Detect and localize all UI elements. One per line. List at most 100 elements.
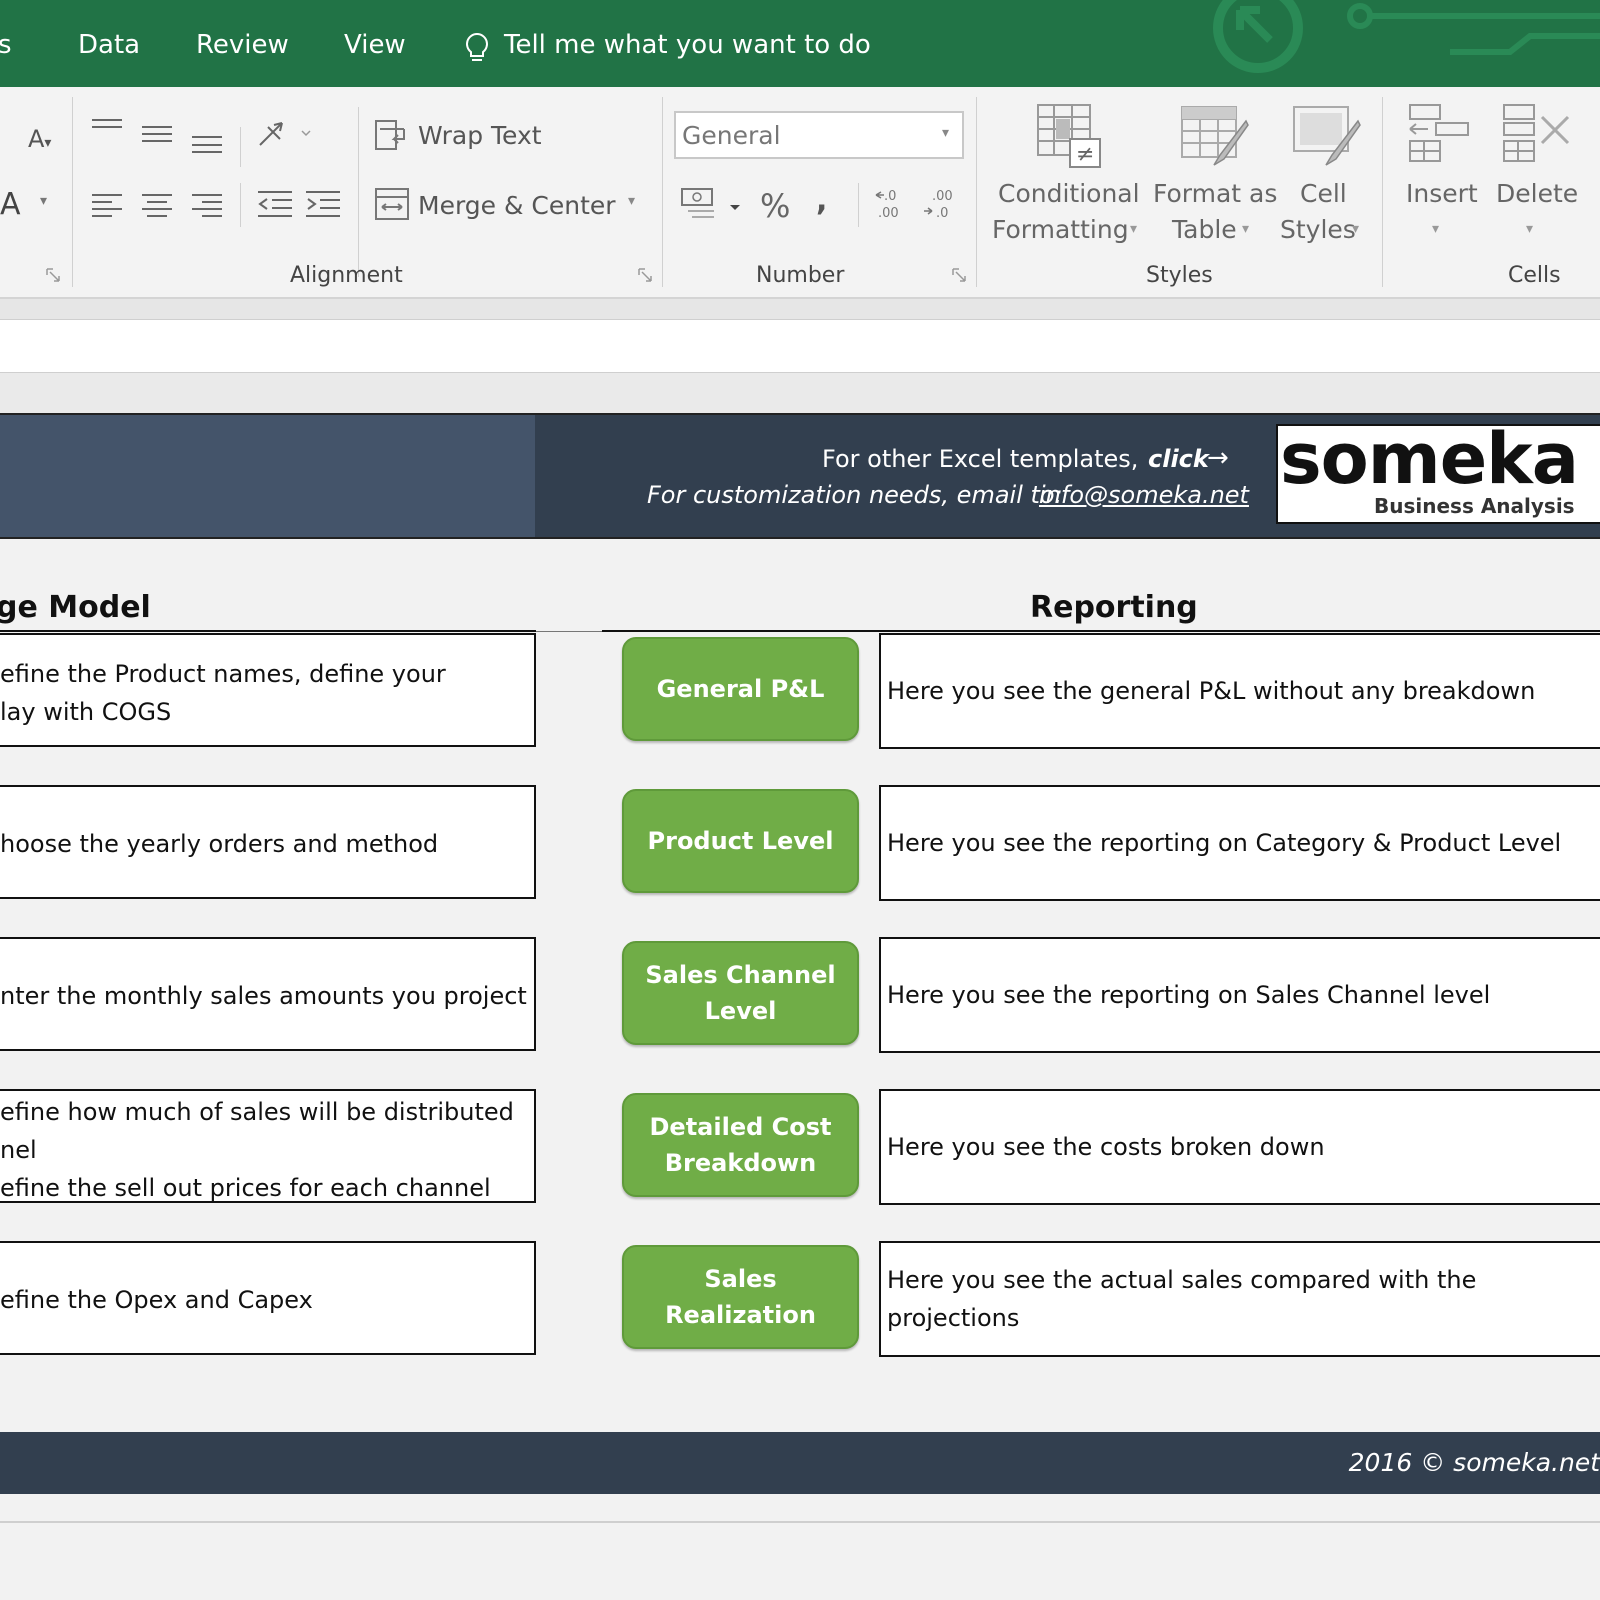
comma-style-button[interactable]: , bbox=[816, 183, 827, 218]
report-description-box: Here you see the reporting on Sales Chan… bbox=[879, 937, 1600, 1053]
delete-cells-icon[interactable] bbox=[1502, 103, 1572, 165]
report-description-text: Here you see the general P&L without any… bbox=[887, 677, 1536, 705]
group-separator bbox=[358, 107, 359, 277]
group-label-styles: Styles bbox=[1146, 263, 1213, 288]
orientation-icon[interactable] bbox=[256, 117, 316, 151]
wrap-text-button[interactable]: Wrap Text bbox=[418, 121, 542, 150]
increase-decimal-icon[interactable]: .0.00 bbox=[874, 187, 910, 221]
chevron-down-icon: ▾ bbox=[1432, 221, 1440, 237]
other-templates-text: For other Excel templates, bbox=[822, 445, 1139, 473]
input-description-line: efine the sell out prices for each chann… bbox=[0, 1174, 491, 1202]
lightbulb-icon bbox=[464, 32, 490, 64]
cell-styles-label-1[interactable]: Cell bbox=[1300, 179, 1347, 208]
group-separator bbox=[240, 127, 241, 167]
increase-indent-icon[interactable] bbox=[304, 189, 342, 219]
input-description-line: efine the Product names, define your bbox=[0, 660, 446, 688]
align-bottom-icon[interactable] bbox=[190, 129, 224, 153]
input-description-box: efine the Product names, define your lay… bbox=[0, 633, 536, 747]
sheet-footer: 2016 © someka.net bbox=[0, 1432, 1600, 1494]
group-label-cells: Cells bbox=[1508, 263, 1561, 288]
input-description-line: hoose the yearly orders and method bbox=[0, 830, 439, 858]
alignment-launcher-icon[interactable] bbox=[638, 267, 652, 282]
detailed-cost-breakdown-button[interactable]: Detailed Cost Breakdown bbox=[622, 1093, 859, 1197]
group-separator bbox=[976, 97, 977, 287]
font-launcher-icon[interactable] bbox=[46, 267, 60, 282]
insert-cells-button[interactable]: Insert bbox=[1406, 179, 1478, 208]
accounting-format-icon[interactable] bbox=[680, 187, 746, 225]
wrap-text-icon[interactable] bbox=[374, 117, 410, 153]
svg-text:.00: .00 bbox=[932, 189, 953, 204]
tab-view[interactable]: View bbox=[344, 30, 406, 60]
footer-copyright: 2016 © someka.net bbox=[1348, 1448, 1600, 1477]
merge-center-icon[interactable] bbox=[374, 187, 410, 221]
chevron-down-icon: ▾ bbox=[1242, 221, 1250, 237]
number-format-select[interactable]: General ▾ bbox=[674, 111, 964, 159]
left-section-title: ge Model bbox=[0, 590, 151, 625]
decrease-decimal-icon[interactable]: .00.0 bbox=[922, 187, 962, 221]
right-section-rule bbox=[602, 630, 1600, 632]
align-left-icon[interactable] bbox=[90, 191, 124, 219]
insert-cells-icon[interactable] bbox=[1408, 103, 1472, 165]
email-link[interactable]: info@someka.net bbox=[1039, 481, 1249, 509]
format-as-table-icon[interactable] bbox=[1180, 105, 1250, 171]
tell-me-search[interactable]: Tell me what you want to do bbox=[504, 30, 871, 60]
merge-center-button[interactable]: Merge & Center bbox=[418, 191, 616, 220]
merge-dropdown-icon[interactable]: ▾ bbox=[628, 193, 635, 209]
group-separator bbox=[1382, 97, 1383, 287]
align-middle-icon[interactable] bbox=[140, 123, 174, 147]
format-as-table-label-1[interactable]: Format as bbox=[1153, 179, 1277, 208]
click-link[interactable]: click bbox=[1148, 445, 1209, 473]
someka-logo[interactable]: someka Business Analysis bbox=[1276, 418, 1600, 524]
input-description-line: efine how much of sales will be distribu… bbox=[0, 1098, 514, 1126]
left-section-rule bbox=[0, 630, 536, 632]
align-right-icon[interactable] bbox=[190, 191, 224, 219]
report-description-box: Here you see the reporting on Category &… bbox=[879, 785, 1600, 901]
section-rule-gap bbox=[536, 631, 602, 632]
decrease-font-icon[interactable]: A▾ bbox=[28, 125, 51, 153]
tab-review[interactable]: Review bbox=[196, 30, 289, 60]
number-format-value: General bbox=[682, 121, 781, 150]
font-color-dropdown-icon[interactable]: ▾ bbox=[40, 193, 47, 209]
column-header-strip bbox=[0, 373, 1600, 413]
product-level-button[interactable]: Product Level bbox=[622, 789, 859, 893]
percent-style-button[interactable]: % bbox=[760, 187, 790, 225]
svg-text:.00: .00 bbox=[878, 206, 899, 221]
input-description-box: nter the monthly sales amounts you proje… bbox=[0, 937, 536, 1051]
decrease-indent-icon[interactable] bbox=[256, 189, 294, 219]
input-description-line: lay with COGS bbox=[0, 698, 172, 726]
tab-partial[interactable]: s bbox=[0, 30, 12, 60]
right-section-title: Reporting bbox=[1030, 590, 1198, 625]
cell-styles-icon[interactable] bbox=[1292, 105, 1362, 171]
delete-cells-button[interactable]: Delete bbox=[1496, 179, 1578, 208]
ribbon: A▾ A ▾ Wrap Text Merge & Center ▾ Alignm… bbox=[0, 87, 1600, 299]
chevron-down-icon: ▾ bbox=[1352, 221, 1360, 237]
format-as-table-label-2[interactable]: Table bbox=[1172, 215, 1237, 244]
ribbon-divider bbox=[0, 299, 1600, 319]
align-top-icon[interactable] bbox=[90, 117, 124, 141]
sales-channel-level-button[interactable]: Sales Channel Level bbox=[622, 941, 859, 1045]
svg-text:.0: .0 bbox=[884, 189, 896, 204]
banner-title-area bbox=[0, 413, 535, 539]
font-color-icon[interactable]: A bbox=[0, 187, 21, 222]
align-center-icon[interactable] bbox=[140, 191, 174, 219]
input-description-line: efine the Opex and Capex bbox=[0, 1286, 313, 1314]
conditional-formatting-label-1[interactable]: Conditional bbox=[998, 179, 1140, 208]
input-description-box: hoose the yearly orders and method bbox=[0, 785, 536, 899]
svg-text:.0: .0 bbox=[936, 206, 948, 221]
general-pl-button[interactable]: General P&L bbox=[622, 637, 859, 741]
group-separator bbox=[240, 183, 241, 227]
conditional-formatting-label-2[interactable]: Formatting bbox=[992, 215, 1129, 244]
cell-styles-label-2[interactable]: Styles bbox=[1280, 215, 1356, 244]
footer-divider bbox=[0, 1521, 1600, 1523]
decorative-circuit-icon bbox=[1210, 0, 1600, 84]
arrow-right-icon: → bbox=[1207, 443, 1229, 473]
report-description-text: Here you see the costs broken down bbox=[887, 1133, 1325, 1161]
logo-subtitle: Business Analysis bbox=[1374, 494, 1575, 518]
number-launcher-icon[interactable] bbox=[952, 267, 966, 282]
input-description-box: efine how much of sales will be distribu… bbox=[0, 1089, 536, 1203]
formula-bar[interactable] bbox=[0, 319, 1600, 373]
sales-realization-button[interactable]: Sales Realization bbox=[622, 1245, 859, 1349]
conditional-formatting-icon[interactable]: ≠ bbox=[1036, 103, 1102, 169]
report-description-text: Here you see the actual sales compared w… bbox=[887, 1266, 1477, 1332]
tab-data[interactable]: Data bbox=[78, 30, 140, 60]
